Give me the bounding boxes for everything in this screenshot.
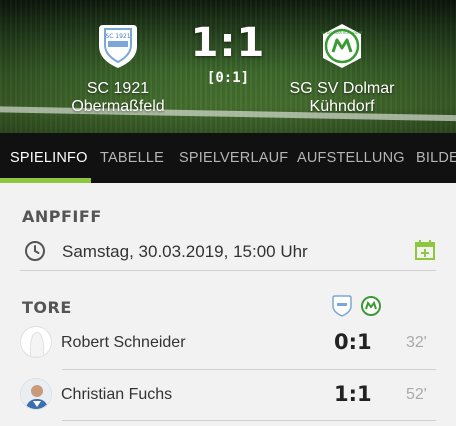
home-team-name-line1: SC 1921 xyxy=(86,80,150,97)
away-column-badge-icon xyxy=(361,296,381,316)
away-team-name-line2: Kühndorf xyxy=(309,98,375,115)
goal-minute: 32' xyxy=(406,334,427,351)
goals-title: TORE xyxy=(22,298,72,317)
away-team-badge: SV DOLMAR KÜHNDORF xyxy=(321,24,363,68)
goal-scorer: Christian Fuchs xyxy=(61,386,173,403)
person-placeholder-icon xyxy=(29,332,45,357)
away-team[interactable]: SV DOLMAR KÜHNDORF SG SV Dolmar Kühndorf xyxy=(272,22,412,116)
goal-score: 1:1 xyxy=(334,382,372,406)
tab-tabelle[interactable]: TABELLE xyxy=(100,133,164,183)
player-avatar xyxy=(20,378,52,410)
tab-spielinfo[interactable]: SPIELINFO xyxy=(10,133,88,183)
player-photo xyxy=(21,379,51,409)
home-badge-text: SC 1921 xyxy=(105,33,130,40)
clock-icon xyxy=(25,241,45,261)
kickoff-datetime: Samstag, 30.03.2019, 15:00 Uhr xyxy=(62,242,308,261)
kickoff-title: ANPFIFF xyxy=(22,207,102,226)
goal-scorer: Robert Schneider xyxy=(61,334,186,351)
home-team-name-line2: Obermaßfeld xyxy=(71,98,165,115)
halftime-score: [0:1] xyxy=(206,70,250,86)
home-column-badge-icon xyxy=(332,295,352,317)
tab-aufstellung[interactable]: AUFSTELLUNG xyxy=(297,133,405,183)
tab-bar: SPIELINFO TABELLE SPIELVERLAUF AUFSTELLU… xyxy=(0,133,456,183)
goal-divider xyxy=(62,369,436,370)
goal-row[interactable]: Christian Fuchs 1:1 52' xyxy=(20,372,436,418)
calendar-add-icon[interactable] xyxy=(414,239,436,261)
home-team-badge: SC 1921 xyxy=(99,25,137,68)
kickoff-divider xyxy=(20,270,436,271)
home-team[interactable]: SC 1921 SC 1921 Obermaßfeld xyxy=(48,22,188,116)
goal-divider xyxy=(62,420,436,421)
final-score: 1:1 xyxy=(190,20,266,66)
player-avatar-placeholder xyxy=(20,326,52,358)
goal-score: 0:1 xyxy=(334,330,372,354)
away-team-name-line1: SG SV Dolmar xyxy=(289,80,395,97)
kickoff-row: Samstag, 30.03.2019, 15:00 Uhr xyxy=(20,233,436,271)
tab-spielverlauf[interactable]: SPIELVERLAUF xyxy=(179,133,288,183)
away-badge-text: SV DOLMAR KÜHNDORF xyxy=(321,30,363,35)
match-header: SC 1921 SC 1921 Obermaßfeld 1:1 [0:1] SV… xyxy=(0,0,456,133)
goal-row[interactable]: Robert Schneider 0:1 32' xyxy=(20,320,436,366)
tab-bilder[interactable]: BILDE xyxy=(416,133,456,183)
goal-minute: 52' xyxy=(406,386,427,403)
